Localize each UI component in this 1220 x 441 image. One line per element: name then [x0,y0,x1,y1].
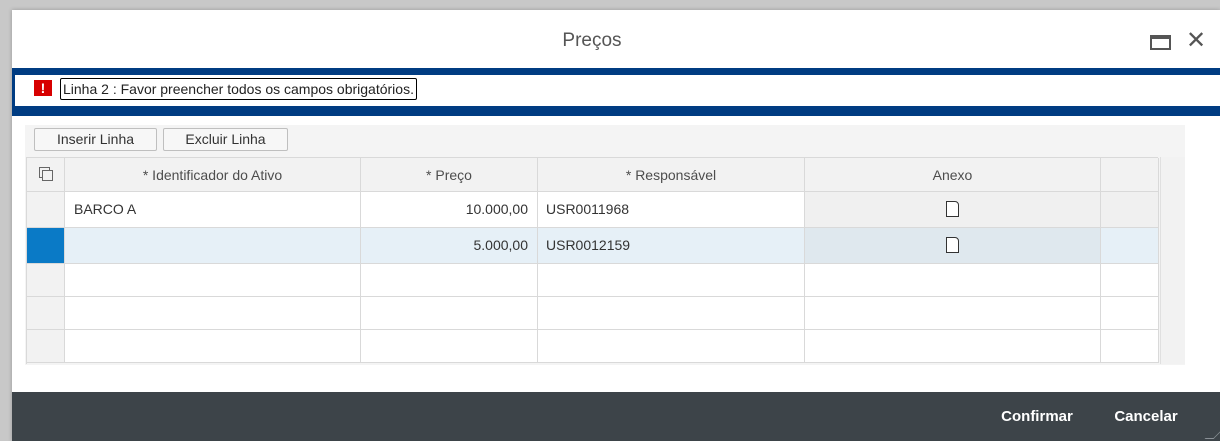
error-icon: ! [34,80,52,96]
maximize-icon[interactable] [1150,35,1171,50]
prices-dialog: Preços ✕ ! Linha 2 : Favor preencher tod… [12,10,1220,441]
table-toolbar: Inserir Linha Excluir Linha [25,125,1185,155]
cell-empty [1101,264,1159,297]
cell-anexo [805,192,1101,228]
prices-table: * Identificador do Ativo * Preço * Respo… [26,157,1159,364]
cell-responsavel[interactable] [538,264,805,297]
cell-anexo [805,330,1101,363]
table-header-row: * Identificador do Ativo * Preço * Respo… [27,158,1159,192]
cell-responsavel[interactable] [538,330,805,363]
cell-preco[interactable]: 10.000,00 [361,192,538,228]
row-selector[interactable] [27,330,65,363]
cell-identificador[interactable]: BARCO A [65,192,361,228]
cell-empty [1101,330,1159,363]
column-header-empty [1101,158,1159,192]
row-selector[interactable] [27,192,65,228]
cell-empty [1101,297,1159,330]
message-bar: ! Linha 2 : Favor preencher todos os cam… [12,68,1220,116]
row-selector-selected[interactable] [27,228,65,264]
confirm-button[interactable]: Confirmar [992,404,1082,430]
table-row-empty[interactable] [27,297,1159,330]
row-selector[interactable] [27,297,65,330]
dialog-title: Preços [562,30,622,51]
vertical-scrollbar[interactable] [1160,157,1185,364]
row-selector[interactable] [27,264,65,297]
cell-anexo [805,264,1101,297]
cell-anexo [805,228,1101,264]
cell-preco[interactable] [361,297,538,330]
table-row-selected[interactable]: 5.000,00 USR0012159 [27,228,1159,264]
column-header-responsavel[interactable]: * Responsável [538,158,805,192]
cell-responsavel[interactable] [538,297,805,330]
cell-responsavel[interactable]: USR0012159 [538,228,805,264]
table-row[interactable]: BARCO A 10.000,00 USR0011968 [27,192,1159,228]
message-strip: ! Linha 2 : Favor preencher todos os cam… [15,75,1220,106]
document-icon[interactable] [946,201,959,217]
document-icon[interactable] [946,237,959,253]
prices-table-container: * Identificador do Ativo * Preço * Respo… [25,155,1185,365]
insert-row-button[interactable]: Inserir Linha [34,128,157,151]
cell-empty [1101,192,1159,228]
cell-preco[interactable] [361,330,538,363]
table-row-empty[interactable] [27,264,1159,297]
close-icon[interactable]: ✕ [1182,26,1210,56]
cell-preco[interactable]: 5.000,00 [361,228,538,264]
column-header-identificador[interactable]: * Identificador do Ativo [65,158,361,192]
column-header-preco[interactable]: * Preço [361,158,538,192]
cancel-button[interactable]: Cancelar [1106,404,1186,430]
cell-identificador[interactable] [65,297,361,330]
column-header-anexo[interactable]: Anexo [805,158,1101,192]
resize-grip-icon[interactable] [1204,430,1220,439]
cell-identificador[interactable] [65,228,361,264]
cell-preco[interactable] [361,264,538,297]
cell-anexo [805,297,1101,330]
cell-responsavel[interactable]: USR0011968 [538,192,805,228]
table-row-empty[interactable] [27,330,1159,363]
cell-identificador[interactable] [65,330,361,363]
dialog-titlebar: Preços ✕ [12,10,1220,68]
select-all-icon[interactable] [39,167,53,181]
select-all-cell[interactable] [27,158,65,192]
delete-row-button[interactable]: Excluir Linha [163,128,288,151]
cell-empty [1101,228,1159,264]
error-message-link[interactable]: Linha 2 : Favor preencher todos os campo… [60,78,417,100]
dialog-footer: Confirmar Cancelar [12,392,1220,441]
cell-identificador[interactable] [65,264,361,297]
